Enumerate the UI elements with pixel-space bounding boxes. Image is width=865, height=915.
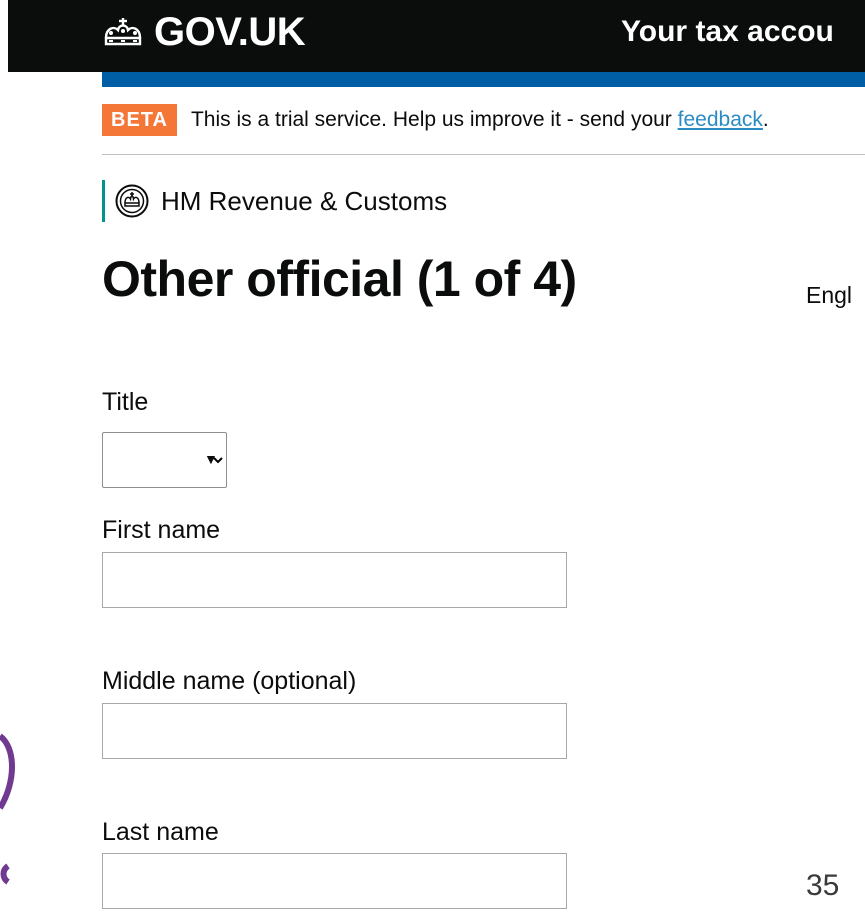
beta-tag: BETA	[102, 104, 177, 136]
govuk-logo-text: GOV.UK	[154, 10, 306, 54]
title-select[interactable]	[102, 432, 227, 488]
crown-icon	[104, 18, 142, 46]
first-name-label: First name	[102, 516, 221, 544]
middle-name-label: Middle name (optional)	[102, 667, 357, 695]
phase-banner: BETA This is a trial service. Help us im…	[102, 104, 865, 155]
service-name-link[interactable]: Your tax accou	[621, 14, 834, 50]
title-label: Title	[102, 388, 149, 416]
first-name-input[interactable]	[102, 552, 567, 608]
last-name-label: Last name	[102, 818, 219, 846]
header-blue-bar	[102, 72, 865, 87]
middle-name-input[interactable]	[102, 703, 567, 759]
phase-banner-period: .	[762, 108, 769, 131]
last-name-input[interactable]	[102, 853, 567, 909]
govuk-logo-link[interactable]: GOV.UK	[100, 10, 306, 54]
slide-number: 35	[806, 869, 840, 902]
phase-banner-text: This is a trial service. Help us improve…	[191, 104, 769, 136]
language-toggle-link[interactable]: Engl	[806, 280, 852, 310]
phase-banner-message: This is a trial service. Help us improve…	[190, 108, 678, 131]
organisation-name: HM Revenue & Customs	[161, 186, 448, 216]
feedback-link[interactable]: feedback	[678, 108, 763, 131]
hmrc-crest-icon	[115, 184, 149, 218]
page-title: Other official (1 of 4)	[102, 251, 577, 307]
slide-decoration	[0, 733, 15, 885]
organisation-line: HM Revenue & Customs	[102, 180, 447, 222]
page: GOV.UK Your tax accou BETA This is a tri…	[0, 0, 865, 915]
global-header: GOV.UK Your tax accou	[8, 0, 865, 72]
